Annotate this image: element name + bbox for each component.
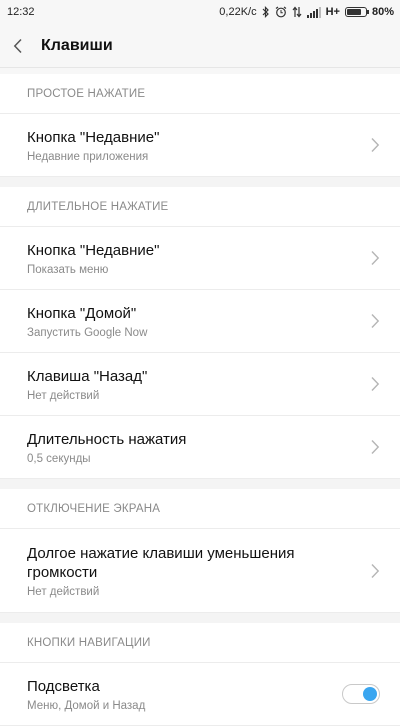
toggle-knob	[363, 687, 377, 701]
item-subtitle: Показать меню	[27, 263, 109, 276]
battery-fill	[346, 9, 362, 15]
app-bar: Клавиши	[0, 24, 400, 68]
chevron-right-icon	[371, 251, 380, 265]
section-header-nav-buttons: КНОПКИ НАВИГАЦИИ	[0, 623, 400, 663]
list-item-recents-short[interactable]: Кнопка "Недавние" Недавние приложения	[0, 114, 400, 177]
list-item-recents-long[interactable]: Кнопка "Недавние" Показать меню	[0, 227, 400, 290]
list-item-home-long[interactable]: Кнопка "Домой" Запустить Google Now	[0, 290, 400, 353]
section-header-screen-off: ОТКЛЮЧЕНИЕ ЭКРАНА	[0, 489, 400, 529]
item-title: Подсветка	[27, 677, 100, 695]
signal-icon	[306, 6, 321, 18]
section-divider	[0, 479, 400, 489]
item-title: Кнопка "Недавние"	[27, 241, 160, 259]
network-type: H+	[325, 6, 340, 18]
chevron-right-icon	[371, 314, 380, 328]
list-item-volume-down-long[interactable]: Долгое нажатие клавиши уменьшения громко…	[0, 529, 400, 613]
alarm-icon	[275, 6, 287, 18]
item-title: Длительность нажатия	[27, 430, 187, 448]
status-bar: 12:32 0,22K/c H+ 80%	[0, 0, 400, 24]
item-title: Клавиша "Назад"	[27, 367, 148, 385]
bluetooth-icon	[262, 6, 270, 18]
chevron-right-icon	[371, 377, 380, 391]
item-title: Кнопка "Домой"	[27, 304, 137, 322]
item-title: Кнопка "Недавние"	[27, 128, 160, 146]
section-divider	[0, 177, 400, 187]
list-item-press-duration[interactable]: Длительность нажатия 0,5 секунды	[0, 416, 400, 479]
network-speed: 0,22K/c	[219, 6, 257, 18]
battery-percent: 80%	[371, 6, 394, 18]
item-title: Долгое нажатие клавиши уменьшения громко…	[27, 544, 295, 581]
item-subtitle: 0,5 секунды	[27, 452, 91, 465]
chevron-right-icon	[371, 563, 380, 578]
list-item-backlight[interactable]: Подсветка Меню, Домой и Назад	[0, 663, 400, 726]
section-header-short-press: ПРОСТОЕ НАЖАТИЕ	[0, 74, 400, 114]
item-subtitle: Нет действий	[27, 389, 100, 402]
chevron-right-icon	[371, 138, 380, 152]
chevron-left-icon[interactable]	[13, 36, 29, 56]
item-subtitle: Нет действий	[27, 585, 100, 598]
data-arrows-icon	[292, 6, 302, 18]
section-header-long-press: ДЛИТЕЛЬНОЕ НАЖАТИЕ	[0, 187, 400, 227]
item-subtitle: Меню, Домой и Назад	[27, 699, 146, 712]
page-title: Клавиши	[41, 36, 113, 54]
chevron-right-icon	[371, 440, 380, 454]
item-subtitle: Запустить Google Now	[27, 326, 148, 339]
item-subtitle: Недавние приложения	[27, 150, 149, 163]
status-icons: 0,22K/c H+ 80%	[219, 6, 394, 18]
section-divider	[0, 613, 400, 623]
list-item-back-long[interactable]: Клавиша "Назад" Нет действий	[0, 353, 400, 416]
battery-icon	[344, 7, 369, 17]
backlight-toggle[interactable]	[342, 684, 380, 704]
status-time: 12:32	[7, 6, 35, 18]
